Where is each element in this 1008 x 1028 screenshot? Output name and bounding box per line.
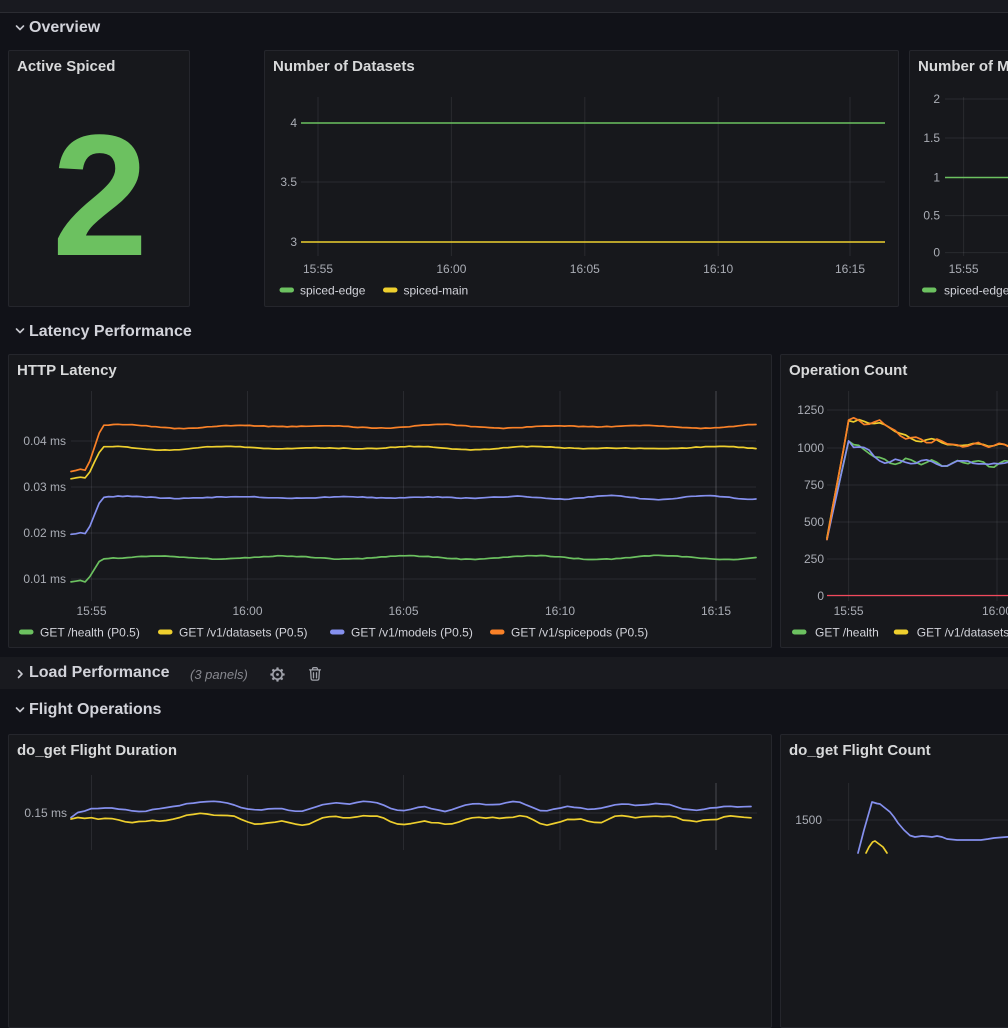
svg-text:16:00: 16:00	[232, 604, 262, 618]
svg-text:spiced-edge: spiced-edge	[944, 284, 1008, 298]
svg-text:GET /health (P0.5): GET /health (P0.5)	[40, 626, 140, 640]
svg-text:16:00: 16:00	[982, 604, 1008, 618]
svg-text:0.5: 0.5	[923, 209, 940, 223]
svg-text:1500: 1500	[795, 813, 822, 827]
svg-text:spiced-edge: spiced-edge	[300, 284, 366, 298]
svg-text:15:55: 15:55	[949, 262, 979, 276]
svg-text:GET /v1/datasets: GET /v1/datasets	[917, 626, 1008, 640]
svg-text:15:55: 15:55	[303, 262, 333, 276]
svg-text:16:05: 16:05	[388, 604, 418, 618]
svg-text:0.15 ms: 0.15 ms	[24, 806, 67, 820]
svg-text:3.5: 3.5	[280, 175, 297, 189]
svg-text:16:10: 16:10	[545, 604, 575, 618]
svg-text:16:10: 16:10	[703, 262, 733, 276]
svg-text:1250: 1250	[797, 403, 824, 417]
svg-text:spiced-main: spiced-main	[404, 284, 469, 298]
svg-text:16:05: 16:05	[570, 262, 600, 276]
svg-text:GET /health: GET /health	[815, 626, 879, 640]
svg-text:1: 1	[933, 171, 940, 185]
svg-text:0: 0	[817, 589, 824, 603]
svg-text:0.03 ms: 0.03 ms	[23, 480, 66, 494]
svg-text:2: 2	[933, 92, 940, 106]
svg-text:GET /v1/spicepods (P0.5): GET /v1/spicepods (P0.5)	[511, 626, 648, 640]
svg-text:1.5: 1.5	[923, 131, 940, 145]
svg-text:3: 3	[290, 235, 297, 249]
svg-text:16:15: 16:15	[701, 604, 731, 618]
svg-text:16:15: 16:15	[835, 262, 865, 276]
svg-text:15:55: 15:55	[76, 604, 106, 618]
svg-text:GET /v1/models (P0.5): GET /v1/models (P0.5)	[351, 626, 473, 640]
svg-text:500: 500	[804, 515, 824, 529]
svg-text:1000: 1000	[797, 441, 824, 455]
svg-text:0.02 ms: 0.02 ms	[23, 526, 66, 540]
svg-text:750: 750	[804, 478, 824, 492]
svg-text:250: 250	[804, 552, 824, 566]
svg-text:0.01 ms: 0.01 ms	[23, 572, 66, 586]
svg-text:0: 0	[933, 246, 940, 260]
svg-text:16:00: 16:00	[436, 262, 466, 276]
svg-text:15:55: 15:55	[834, 604, 864, 618]
svg-text:GET /v1/datasets (P0.5): GET /v1/datasets (P0.5)	[179, 626, 308, 640]
svg-text:0.04 ms: 0.04 ms	[23, 434, 66, 448]
svg-text:4: 4	[290, 116, 297, 130]
